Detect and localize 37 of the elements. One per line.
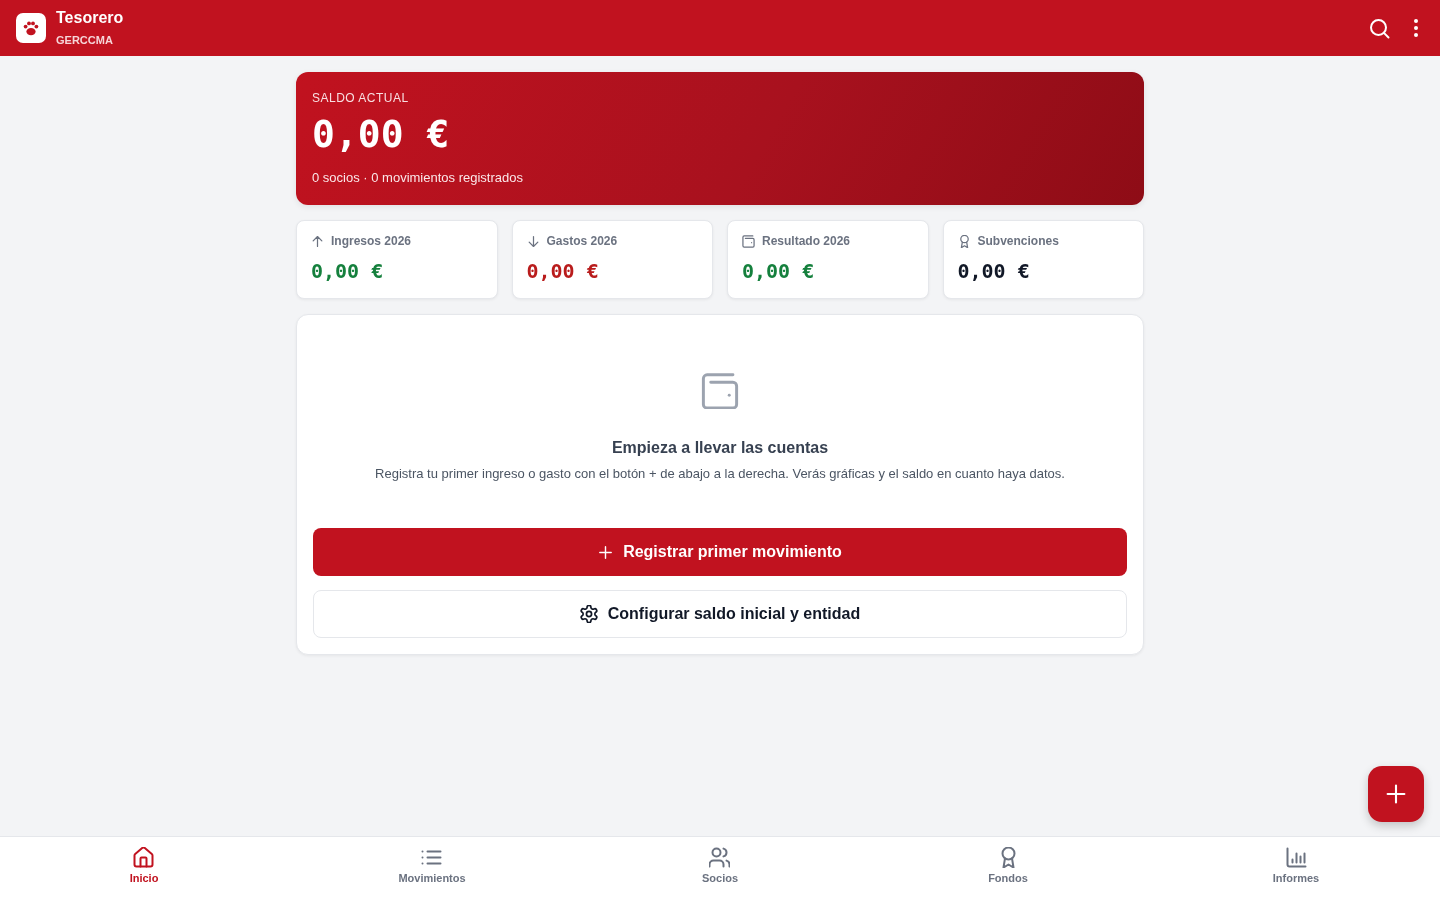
paw-icon <box>16 13 46 43</box>
plus-icon <box>598 544 614 560</box>
add-button[interactable] <box>1368 766 1424 822</box>
stat-label: Resultado 2026 <box>762 233 851 249</box>
empty-state-title: Empieza a llevar las cuentas <box>611 438 829 458</box>
app-title: Tesorero <box>56 7 124 28</box>
more-icon[interactable] <box>1414 19 1418 37</box>
settings-button[interactable]: Configurar saldo inicial y entidad <box>313 590 1127 638</box>
medal-icon <box>957 234 971 248</box>
house-icon <box>133 847 155 868</box>
nav-tab[interactable]: Socios <box>701 837 739 885</box>
empty-state-description: Registra tu primer ingreso o gasto con el botón + de abajo a la derecha. Verás gráficas y el saldo en cuanto haya datos. <box>375 465 1065 483</box>
bar-chart-icon <box>1285 847 1307 868</box>
plus-icon <box>1385 783 1407 805</box>
register-button[interactable]: Registrar primer movimiento <box>313 528 1127 576</box>
arrow-up-icon <box>311 234 324 248</box>
stat-amount: 0,00 € <box>957 258 1030 284</box>
search-icon[interactable] <box>1369 17 1390 39</box>
stat-amount: 0,00 € <box>742 258 815 284</box>
app-subtitle: GERCCMA <box>56 32 113 47</box>
nav-tab[interactable]: Informes <box>1272 837 1320 885</box>
stat-amount: 0,00 € <box>311 258 384 284</box>
stat-amount: 0,00 € <box>526 258 599 284</box>
arrow-down-icon <box>526 234 540 248</box>
stat-label: Subvenciones <box>977 233 1059 249</box>
balance-label: SALDO ACTUAL <box>312 90 409 106</box>
nav-tab[interactable]: Movimientos <box>398 837 466 885</box>
people-icon <box>709 847 731 868</box>
nav-tab[interactable]: Inicio <box>129 837 159 885</box>
balance-amount: 0,00 € <box>312 111 450 157</box>
settings-icon <box>579 605 598 623</box>
balance-summary: 0 socios · 0 movimientos registrados <box>312 169 523 187</box>
wallet-icon <box>699 373 741 409</box>
stat-label: Ingresos 2026 <box>331 233 412 249</box>
nav-tab[interactable]: Fondos <box>988 837 1028 885</box>
stat-label: Gastos 2026 <box>546 233 618 249</box>
wallet-icon <box>742 234 755 248</box>
